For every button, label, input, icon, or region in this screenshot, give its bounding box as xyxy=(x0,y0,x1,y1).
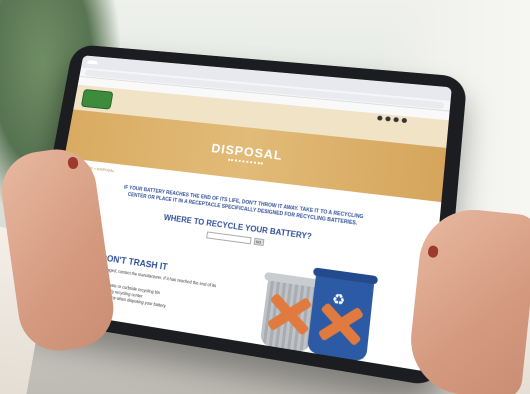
go-button[interactable]: GO xyxy=(253,237,264,246)
fingernail xyxy=(427,245,439,259)
linkedin-icon[interactable] xyxy=(385,116,391,122)
photo-scene: DISPOSAL HOME > DISPOSAL IF YOUR BATTERY… xyxy=(0,0,530,394)
social-icons xyxy=(377,115,408,124)
recycle-icon: ♻ xyxy=(331,289,347,309)
site-logo[interactable] xyxy=(80,88,114,110)
page-title: DISPOSAL xyxy=(210,140,284,163)
zip-input[interactable] xyxy=(205,231,252,245)
youtube-icon[interactable] xyxy=(393,117,399,123)
bins-illustration: ♻ xyxy=(259,266,393,369)
fingernail xyxy=(67,156,79,170)
instagram-icon[interactable] xyxy=(401,117,408,124)
browser-tab[interactable] xyxy=(86,60,98,65)
main-nav xyxy=(418,131,439,133)
facebook-icon[interactable] xyxy=(377,115,383,121)
